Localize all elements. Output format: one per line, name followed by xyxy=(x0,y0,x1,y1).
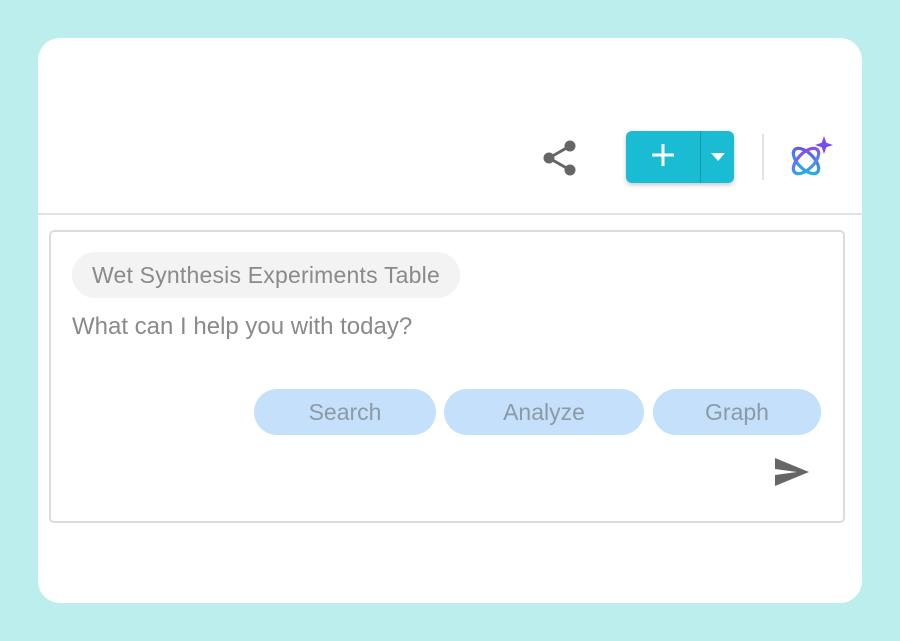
ai-sparkle-atom-icon[interactable] xyxy=(784,134,836,182)
add-button[interactable] xyxy=(626,131,700,183)
send-icon[interactable] xyxy=(773,456,811,488)
prompt-input[interactable] xyxy=(72,310,812,344)
plus-icon xyxy=(651,143,675,172)
caret-down-icon xyxy=(710,148,725,166)
add-split-button xyxy=(626,131,734,183)
toolbar-divider xyxy=(762,134,764,180)
chat-panel: Wet Synthesis Experiments Table Search A… xyxy=(38,38,862,603)
share-icon[interactable] xyxy=(540,138,580,178)
analyze-button[interactable]: Analyze xyxy=(444,389,644,435)
search-button[interactable]: Search xyxy=(254,389,436,435)
toolbar xyxy=(38,38,862,215)
chat-input-box: Wet Synthesis Experiments Table Search A… xyxy=(49,230,845,523)
add-dropdown-button[interactable] xyxy=(701,131,734,183)
graph-button[interactable]: Graph xyxy=(653,389,821,435)
context-chip[interactable]: Wet Synthesis Experiments Table xyxy=(72,252,460,298)
